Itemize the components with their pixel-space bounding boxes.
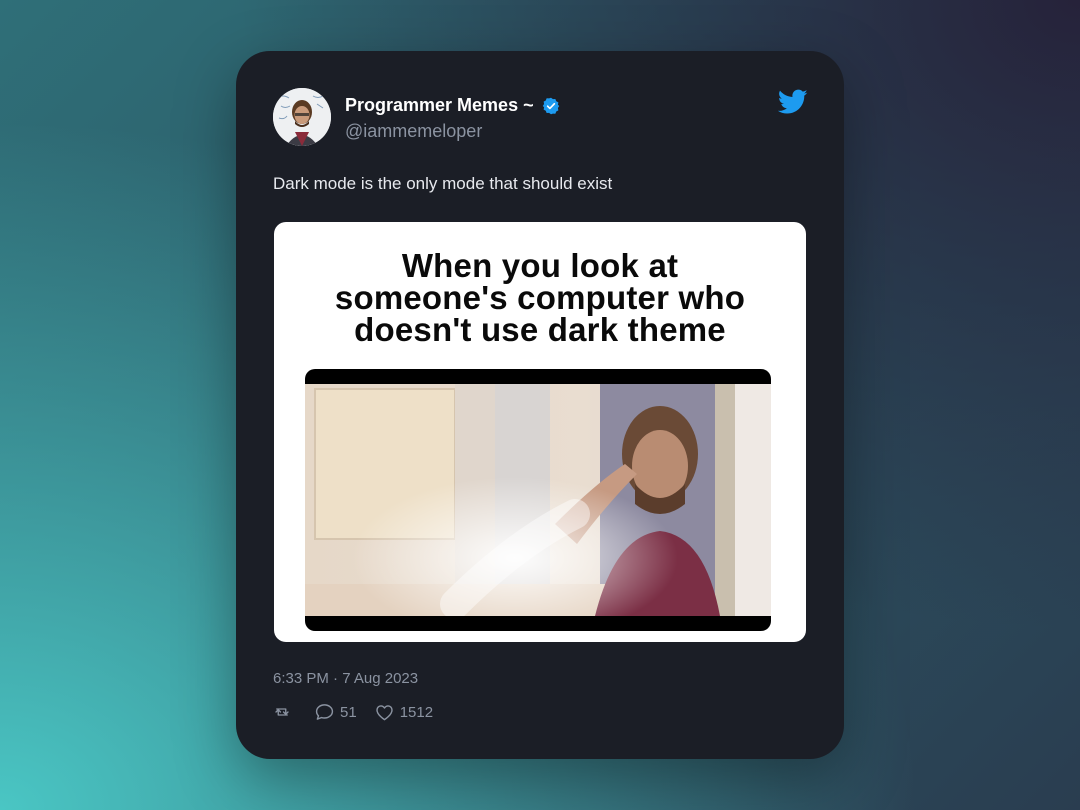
reply-count: 51 (340, 703, 357, 721)
meme-caption: When you look at someone's computer who … (274, 247, 806, 348)
verified-badge-icon (542, 97, 559, 114)
tweet-actions: 51 1512 (273, 703, 433, 721)
like-button[interactable]: 1512 (375, 704, 433, 721)
author-handle[interactable]: @iammemeloper (345, 121, 482, 142)
tweet-text: Dark mode is the only mode that should e… (273, 174, 613, 193)
tweet-media[interactable]: When you look at someone's computer who … (274, 222, 806, 642)
avatar-image (273, 88, 331, 146)
meme-photo (305, 384, 771, 616)
meme-caption-line: doesn't use dark theme (354, 311, 726, 348)
meme-image-frame (305, 369, 771, 631)
retweet-icon (275, 708, 289, 716)
avatar[interactable] (273, 88, 331, 146)
retweet-button[interactable] (273, 704, 297, 720)
heart-icon (375, 704, 393, 720)
meme-caption-line: someone's computer who (334, 279, 746, 316)
author-name-row[interactable]: Programmer Memes ~ (345, 95, 560, 116)
reply-button[interactable]: 51 (315, 703, 357, 721)
twitter-bird-icon[interactable] (778, 89, 808, 115)
tweet-timestamp[interactable]: 6:33 PM · 7 Aug 2023 (273, 670, 418, 687)
reply-icon (315, 704, 334, 720)
author-name[interactable]: Programmer Memes ~ (345, 95, 534, 116)
tweet-card: Programmer Memes ~ @iammemeloper Dark mo… (236, 51, 844, 759)
meme-caption-line: When you look at (401, 247, 679, 284)
like-count: 1512 (399, 703, 434, 721)
